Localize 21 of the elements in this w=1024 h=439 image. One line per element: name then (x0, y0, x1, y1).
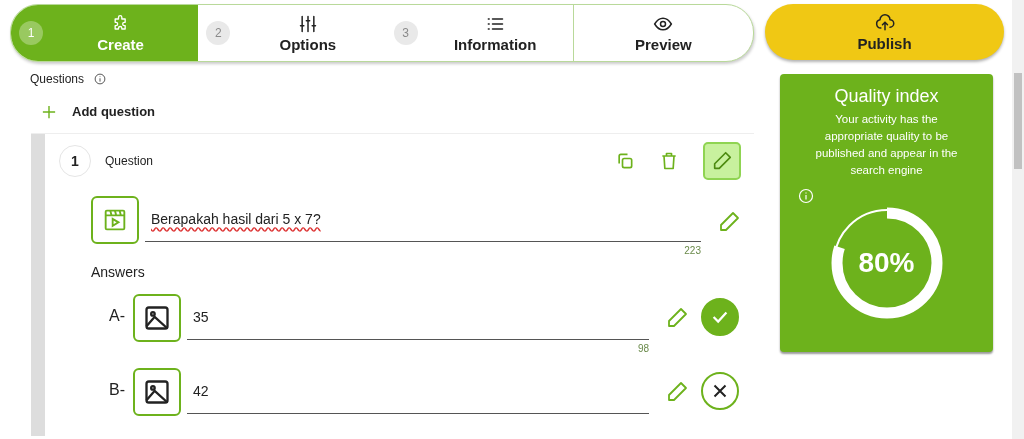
publish-button[interactable]: Publish (765, 4, 1004, 60)
step-tab[interactable]: Preview (572, 5, 753, 61)
answer-letter: B- (108, 381, 126, 399)
step-tab[interactable]: 3 Information (385, 5, 573, 61)
question-input[interactable]: Berapakah hasil dari 5 x 7? (145, 196, 701, 242)
answer-input[interactable]: 42 (187, 368, 649, 414)
step-number: 1 (19, 21, 43, 45)
character-count: 223 (684, 245, 701, 256)
step-number: 2 (206, 21, 231, 45)
question-label: Question (105, 154, 154, 168)
answer-input[interactable]: 35 (187, 294, 649, 340)
section-title: Questions (30, 72, 85, 86)
step-number: 3 (393, 21, 418, 45)
quality-percentage: 80% (858, 247, 915, 279)
add-question-button[interactable]: Add question (42, 104, 156, 119)
answers-label: Answers (91, 264, 146, 280)
step-tab[interactable]: 2 Options (198, 5, 386, 61)
answer-letter: A- (108, 307, 126, 325)
character-count: 98 (637, 343, 649, 354)
quality-title: Quality index (834, 86, 939, 107)
quality-description: Your activity has the appropriate quality to be published and appear in the search engine (814, 112, 959, 178)
